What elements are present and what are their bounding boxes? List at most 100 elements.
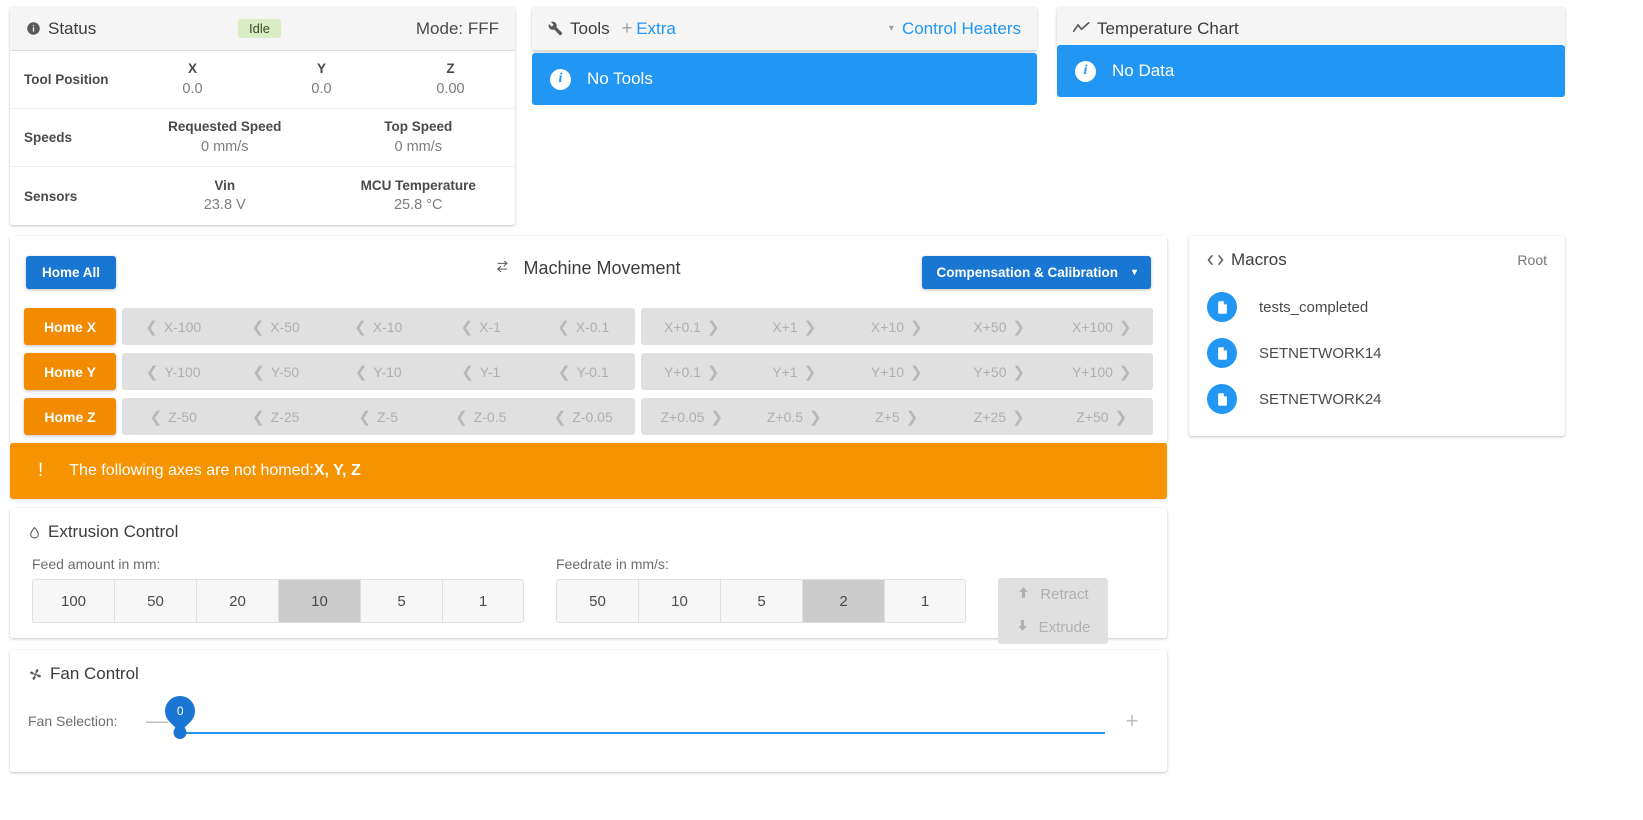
jog-z-plus-0.05[interactable]: Z+0.05 ❯ (640, 398, 743, 435)
jog-y-plus-50[interactable]: Y+50 ❯ (948, 353, 1051, 390)
jog-label: Z-0.5 (473, 408, 507, 425)
exclamation-icon: ! (38, 460, 44, 481)
jog-label: X+0.1 (663, 318, 701, 335)
chevron-left-icon: ❮ (557, 363, 571, 381)
fan-selection-label: Fan Selection: (28, 713, 118, 729)
chevron-down-icon[interactable]: ▾ (889, 23, 894, 34)
jog-x-plus-0.1[interactable]: X+0.1 ❯ (640, 308, 743, 345)
jog-label: Z-50 (168, 408, 197, 425)
machine-movement-header: Home All Machine Movement Compensation &… (10, 236, 1167, 308)
home-y-button[interactable]: Home Y (24, 353, 116, 390)
tools-panel: Tools + Extra ▾ Control Heaters (532, 7, 1037, 51)
chevron-left-icon: ❮ (455, 408, 468, 426)
feed-amount-5[interactable]: 5 (360, 579, 442, 623)
jog-y-minus-1[interactable]: ❮ Y-1 (429, 353, 532, 390)
feed-amount-50[interactable]: 50 (114, 579, 196, 623)
macro-item-tests-completed[interactable]: tests_completed (1189, 284, 1565, 330)
macros-root-label[interactable]: Root (1517, 252, 1547, 268)
feedrate-10[interactable]: 10 (638, 579, 720, 623)
chevron-right-icon: ❯ (710, 408, 724, 426)
info-icon: i (1075, 60, 1096, 82)
macro-name: tests_completed (1259, 298, 1369, 316)
extrusion-control-title: Extrusion Control (48, 522, 179, 541)
macro-item-setnetwork14[interactable]: SETNETWORK14 (1189, 330, 1565, 376)
fan-slider[interactable]: 0 (158, 689, 1105, 744)
jog-y-minus-0.1[interactable]: ❮ Y-0.1 (532, 353, 635, 390)
feed-amount-button-row: 100 50 20 10 5 1 (32, 579, 524, 623)
macros-title-group: Macros (1207, 250, 1517, 270)
cell-value: 0.0 (182, 80, 203, 97)
extra-link[interactable]: Extra (636, 19, 676, 39)
jog-y-plus-10[interactable]: Y+10 ❯ (845, 353, 948, 390)
jog-z-minus-25[interactable]: ❮ Z-25 (224, 398, 327, 435)
feed-amount-100[interactable]: 100 (32, 579, 114, 623)
jog-y-plus-0.1[interactable]: Y+0.1 ❯ (640, 353, 743, 390)
jog-label: Z+25 (973, 408, 1007, 425)
home-z-button[interactable]: Home Z (24, 398, 116, 435)
jog-z-plus-5[interactable]: Z+5 ❯ (845, 398, 948, 435)
cell-value: 23.8 V (203, 197, 246, 214)
jog-y-plus-100[interactable]: Y+100 ❯ (1050, 353, 1153, 390)
temperature-chart-alert-text: No Data (1112, 61, 1175, 80)
jog-z-plus-0.5[interactable]: Z+0.5 ❯ (743, 398, 846, 435)
chevron-right-icon: ❯ (809, 408, 822, 426)
jog-label: X-50 (270, 318, 300, 335)
jog-x-plus-10[interactable]: X+10 ❯ (845, 308, 948, 345)
macro-item-setnetwork24[interactable]: SETNETWORK24 (1189, 376, 1565, 422)
jog-group-x-positive: X+0.1 ❯ X+1 ❯ X+10 ❯ X+50 ❯ X+100 ❯ (640, 308, 1153, 345)
status-row-tool-position: Tool Position X 0.0 Y 0.0 Z 0.00 (10, 51, 515, 109)
jog-label: Z+0.5 (766, 408, 804, 425)
jog-x-plus-100[interactable]: X+100 ❯ (1050, 308, 1153, 345)
jog-z-minus-5[interactable]: ❮ Z-5 (327, 398, 430, 435)
jog-label: Y+50 (973, 363, 1007, 380)
home-x-button[interactable]: Home X (24, 308, 116, 345)
jog-x-minus-50[interactable]: ❮ X-50 (224, 308, 327, 345)
jog-label: Y-10 (373, 363, 402, 380)
jog-z-minus-50[interactable]: ❮ Z-50 (122, 398, 225, 435)
jog-label: Z-5 (377, 408, 399, 425)
file-icon (1207, 384, 1237, 414)
chevron-right-icon: ❯ (910, 318, 923, 336)
retract-button[interactable]: Retract (998, 578, 1108, 611)
cell-value: 0.0 (311, 80, 332, 97)
jog-x-minus-0.1[interactable]: ❮ X-0.1 (532, 308, 635, 345)
feed-amount-20[interactable]: 20 (196, 579, 278, 623)
jog-x-minus-10[interactable]: ❮ X-10 (327, 308, 430, 345)
cell-title: X (187, 61, 197, 77)
chevron-right-icon: ❯ (1012, 318, 1026, 336)
jog-y-minus-100[interactable]: ❮ Y-100 (122, 353, 225, 390)
jog-z-plus-50[interactable]: Z+50 ❯ (1050, 398, 1153, 435)
jog-x-minus-1[interactable]: ❮ X-1 (429, 308, 532, 345)
chevron-right-icon: ❯ (1012, 408, 1025, 426)
fan-increase-button[interactable]: + (1115, 707, 1149, 735)
jog-x-plus-50[interactable]: X+50 ❯ (948, 308, 1051, 345)
feed-amount-1[interactable]: 1 (442, 579, 524, 623)
feedrate-50[interactable]: 50 (556, 579, 638, 623)
jog-x-minus-100[interactable]: ❮ X-100 (122, 308, 225, 345)
control-heaters-link[interactable]: Control Heaters (902, 19, 1021, 39)
status-row-label: Tool Position (24, 72, 109, 87)
machine-movement-title: Machine Movement (523, 258, 681, 278)
jog-y-minus-50[interactable]: ❮ Y-50 (224, 353, 327, 390)
jog-z-plus-25[interactable]: Z+25 ❯ (948, 398, 1051, 435)
compensation-calibration-button[interactable]: Compensation & Calibration ▾ (922, 256, 1151, 289)
jog-label: Z+5 (875, 408, 900, 425)
jog-x-plus-1[interactable]: X+1 ❯ (743, 308, 846, 345)
feed-amount-10[interactable]: 10 (278, 579, 360, 623)
feedrate-2[interactable]: 2 (802, 579, 884, 623)
jog-z-minus-0.5[interactable]: ❮ Z-0.5 (429, 398, 532, 435)
feedrate-5[interactable]: 5 (720, 579, 802, 623)
status-row-speeds: Speeds Requested Speed 0 mm/s Top Speed … (10, 109, 515, 167)
chevron-right-icon: ❯ (706, 363, 720, 381)
jog-y-minus-10[interactable]: ❮ Y-10 (327, 353, 430, 390)
extrude-button[interactable]: Extrude (998, 611, 1108, 644)
fan-slider-track[interactable] (180, 732, 1105, 734)
feed-amount-label: Feed amount in mm: (32, 556, 161, 572)
plus-icon[interactable]: + (622, 18, 633, 39)
jog-y-plus-1[interactable]: Y+1 ❯ (743, 353, 846, 390)
chevron-right-icon: ❯ (1114, 408, 1128, 426)
arrows-exchange-icon (496, 261, 511, 274)
fan-slider-thumb[interactable] (173, 726, 187, 739)
jog-z-minus-0.05[interactable]: ❮ Z-0.05 (532, 398, 635, 435)
feedrate-1[interactable]: 1 (884, 579, 966, 623)
